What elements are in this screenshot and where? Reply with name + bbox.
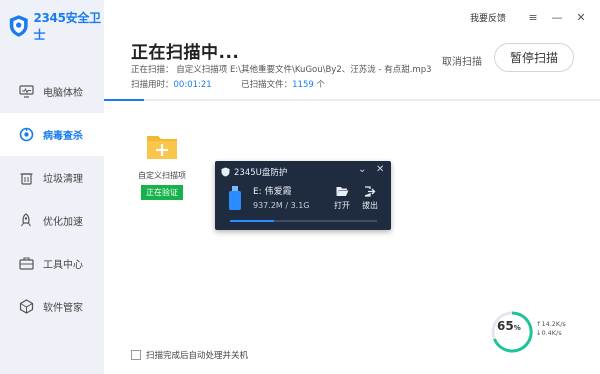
auto-shutdown-option[interactable]: 扫描完成后自动处理并关机 bbox=[131, 349, 248, 361]
cancel-scan-button[interactable]: 取消扫描 bbox=[442, 53, 482, 68]
shield-logo-icon bbox=[9, 15, 28, 37]
sidebar-item-software[interactable]: 软件管家 bbox=[0, 285, 104, 328]
scanning-label: 正在扫描： bbox=[131, 65, 174, 75]
folder-open-icon bbox=[330, 184, 354, 198]
scan-item-card: 自定义扫描项 正在验证 bbox=[134, 132, 190, 200]
sidebar-item-junk-clean[interactable]: 垃圾清理 bbox=[0, 156, 104, 199]
eject-label: 拔出 bbox=[362, 201, 378, 210]
page-title: 正在扫描中... bbox=[131, 43, 240, 63]
close-icon[interactable]: ✕ bbox=[570, 9, 592, 25]
popup-close-icon[interactable]: ✕ bbox=[376, 164, 384, 175]
memory-percent: 65% bbox=[497, 319, 521, 333]
scanning-path-line: 正在扫描： 自定义扫描项 E:\其他重要文件\KuGou\By2、汪苏泷 - 有… bbox=[131, 63, 432, 75]
files-unit: 个 bbox=[316, 80, 325, 90]
download-speed: ↓0.4K/s bbox=[536, 329, 562, 337]
sidebar-item-virus-scan[interactable]: 病毒查杀 bbox=[0, 113, 104, 156]
rocket-icon bbox=[18, 213, 34, 229]
popup-title: 2345U盘防护 bbox=[234, 168, 288, 178]
toolbox-icon bbox=[18, 256, 34, 272]
chevron-down-icon[interactable]: ⌄ bbox=[358, 164, 366, 175]
monitor-icon bbox=[18, 84, 34, 100]
virus-scan-icon bbox=[18, 127, 34, 143]
minimize-icon[interactable]: — bbox=[546, 9, 568, 25]
upload-speed: ↑14.2K/s bbox=[536, 320, 566, 328]
open-label: 打开 bbox=[334, 201, 350, 210]
sidebar-item-label: 病毒查杀 bbox=[43, 131, 83, 142]
app-logo: 2345安全卫士 bbox=[8, 11, 104, 42]
drive-usage-fill bbox=[230, 220, 275, 222]
scanning-path: E:\其他重要文件\KuGou\By2、汪苏泷 - 有点甜.mp3 bbox=[229, 65, 432, 75]
usb-protection-popup: 2345U盘防护 ⌄ ✕ E: 伟爱霞 937.2M / 3.1G 打开 拔出 bbox=[215, 161, 391, 230]
pause-scan-button[interactable]: 暂停扫描 bbox=[494, 43, 574, 72]
scanning-type: 自定义扫描项 bbox=[176, 65, 228, 75]
network-speed: ↑14.2K/s ↓0.4K/s bbox=[536, 320, 566, 338]
app-name: 2345安全卫士 bbox=[33, 11, 101, 42]
files-value: 1159 bbox=[292, 80, 314, 90]
scan-progress-bar bbox=[104, 99, 600, 101]
shield-icon bbox=[221, 167, 230, 177]
time-label: 扫描用时： bbox=[131, 80, 174, 90]
sidebar-item-label: 优化加速 bbox=[43, 217, 83, 228]
folder-add-icon bbox=[147, 136, 177, 159]
eject-icon bbox=[358, 184, 382, 198]
sidebar-item-label: 垃圾清理 bbox=[43, 174, 83, 185]
sidebar-item-label: 软件管家 bbox=[43, 303, 83, 314]
scan-progress-fill bbox=[104, 99, 144, 101]
menu-icon[interactable]: ≡ bbox=[522, 9, 544, 25]
scan-item-label: 自定义扫描项 bbox=[138, 171, 186, 180]
eject-drive-button[interactable]: 拔出 bbox=[358, 184, 382, 211]
open-drive-button[interactable]: 打开 bbox=[330, 184, 354, 211]
drive-usage-bar bbox=[230, 220, 377, 222]
sidebar: 2345安全卫士 电脑体检 病毒查杀 垃圾清理 优化加速 工具中心 软件管家 bbox=[0, 0, 104, 374]
sidebar-item-label: 工具中心 bbox=[43, 260, 83, 271]
auto-shutdown-label: 扫描完成后自动处理并关机 bbox=[146, 351, 249, 361]
trash-icon bbox=[18, 170, 34, 186]
sidebar-item-label: 电脑体检 bbox=[43, 88, 83, 99]
drive-size: 937.2M / 3.1G bbox=[253, 201, 310, 210]
title-bar: 我要反馈 ≡ — ✕ bbox=[470, 9, 592, 25]
sidebar-item-tools[interactable]: 工具中心 bbox=[0, 242, 104, 285]
popup-header: 2345U盘防护 bbox=[221, 166, 287, 178]
auto-shutdown-checkbox[interactable] bbox=[131, 350, 141, 360]
sidebar-item-checkup[interactable]: 电脑体检 bbox=[0, 70, 104, 113]
drive-name: E: 伟爱霞 bbox=[253, 187, 292, 197]
usb-drive-icon bbox=[229, 186, 241, 210]
software-icon bbox=[18, 299, 34, 315]
status-badge: 正在验证 bbox=[141, 185, 183, 200]
sidebar-item-speedup[interactable]: 优化加速 bbox=[0, 199, 104, 242]
feedback-link[interactable]: 我要反馈 bbox=[470, 11, 506, 24]
sidebar-nav: 电脑体检 病毒查杀 垃圾清理 优化加速 工具中心 软件管家 bbox=[0, 70, 104, 328]
time-value: 00:01:21 bbox=[173, 80, 212, 90]
files-label: 已扫描文件： bbox=[241, 80, 293, 90]
scan-stats-line: 扫描用时：00:01:21 已扫描文件：1159 个 bbox=[131, 78, 325, 90]
